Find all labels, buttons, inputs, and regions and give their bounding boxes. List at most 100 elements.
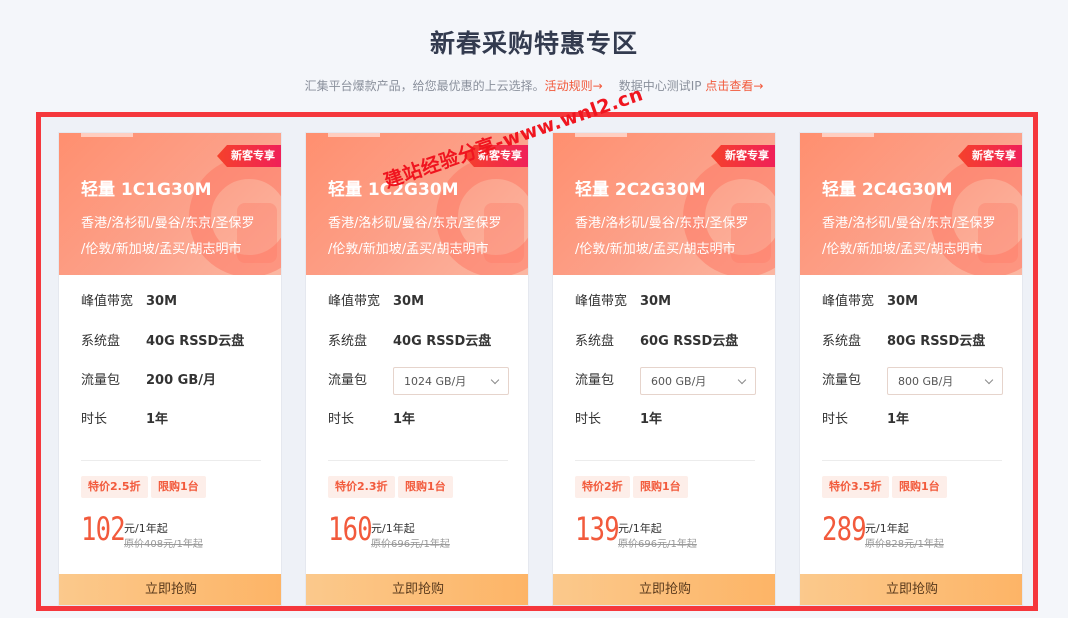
spec-label: 系统盘	[822, 334, 862, 349]
buy-now-button[interactable]: 立即抢购	[306, 574, 528, 605]
spec-value: 60G RSSD云盘	[640, 334, 739, 349]
original-price: 原价828元/1年起	[865, 539, 944, 550]
price: 102	[81, 510, 126, 548]
discount-tag: 特价2折	[575, 476, 630, 498]
limit-tag: 限购1台	[398, 476, 453, 498]
original-price: 原价696元/1年起	[618, 539, 697, 550]
page-subtitle: 汇集平台爆款产品，给您最优惠的上云选择。活动规则→ 数据中心测试IP 点击查看→	[0, 77, 1068, 94]
spec-value: 1年	[640, 412, 663, 427]
chevron-down-icon	[490, 375, 500, 385]
spec-label: 时长	[575, 412, 602, 427]
product-card: 新客专享 轻量 1C1G30M 香港/洛杉矶/曼谷/东京/圣保罗 /伦敦/新加坡…	[58, 132, 282, 606]
spec-label: 时长	[328, 412, 355, 427]
spec-duration: 时长 1年	[328, 406, 518, 434]
new-customer-badge: 新客专享	[711, 145, 775, 167]
discount-tag: 特价2.5折	[81, 476, 148, 498]
spec-traffic: 流量包 600 GB/月	[575, 367, 765, 395]
header-accent-bar	[81, 133, 133, 137]
spec-duration: 时长 1年	[575, 406, 765, 434]
card-header: 新客专享 轻量 2C4G30M 香港/洛杉矶/曼谷/东京/圣保罗 /伦敦/新加坡…	[800, 133, 1022, 275]
regions-line: 香港/洛杉矶/曼谷/东京/圣保罗	[81, 216, 255, 231]
regions-line: 香港/洛杉矶/曼谷/东京/圣保罗	[575, 216, 749, 231]
traffic-select-value: 1024 GB/月	[404, 375, 467, 388]
spec-label: 流量包	[81, 373, 121, 388]
discount-tag: 特价3.5折	[822, 476, 889, 498]
divider	[328, 460, 508, 461]
chevron-down-icon	[737, 375, 747, 385]
divider	[822, 460, 1002, 461]
traffic-select-value: 600 GB/月	[651, 375, 707, 388]
regions-list: 香港/洛杉矶/曼谷/东京/圣保罗 /伦敦/新加坡/孟买/胡志明市	[328, 211, 523, 263]
regions-line: /伦敦/新加坡/孟买/胡志明市	[81, 242, 242, 257]
plan-name: 轻量 1C1G30M	[81, 180, 212, 200]
traffic-select[interactable]: 600 GB/月	[640, 367, 756, 395]
spec-traffic: 流量包 800 GB/月	[822, 367, 1012, 395]
card-header: 新客专享 轻量 2C2G30M 香港/洛杉矶/曼谷/东京/圣保罗 /伦敦/新加坡…	[553, 133, 775, 275]
limit-tag: 限购1台	[151, 476, 206, 498]
regions-line: /伦敦/新加坡/孟买/胡志明市	[328, 242, 489, 257]
spec-value: 200 GB/月	[146, 373, 216, 388]
spec-duration: 时长 1年	[822, 406, 1012, 434]
spec-value: 80G RSSD云盘	[887, 334, 986, 349]
price-unit: 元/1年起	[865, 522, 909, 535]
chevron-down-icon	[984, 375, 994, 385]
divider	[575, 460, 755, 461]
product-card: 新客专享 轻量 1C2G30M 香港/洛杉矶/曼谷/东京/圣保罗 /伦敦/新加坡…	[305, 132, 529, 606]
price: 289	[822, 510, 867, 548]
header-accent-bar	[575, 133, 627, 137]
product-card: 新客专享 轻量 2C4G30M 香港/洛杉矶/曼谷/东京/圣保罗 /伦敦/新加坡…	[799, 132, 1023, 606]
limit-tag: 限购1台	[633, 476, 688, 498]
spec-disk: 系统盘 60G RSSD云盘	[575, 328, 765, 356]
price-unit: 元/1年起	[124, 522, 168, 535]
new-customer-badge: 新客专享	[958, 145, 1022, 167]
spec-duration: 时长 1年	[81, 406, 271, 434]
spec-label: 流量包	[822, 373, 862, 388]
traffic-select[interactable]: 800 GB/月	[887, 367, 1003, 395]
spec-label: 系统盘	[575, 334, 615, 349]
spec-label: 时长	[822, 412, 849, 427]
regions-line: 香港/洛杉矶/曼谷/东京/圣保罗	[822, 216, 996, 231]
subtitle-text: 汇集平台爆款产品，给您最优惠的上云选择。	[304, 79, 545, 93]
dc-test-link[interactable]: 点击查看→	[705, 79, 763, 93]
spec-traffic: 流量包 1024 GB/月	[328, 367, 518, 395]
spec-disk: 系统盘 40G RSSD云盘	[81, 328, 271, 356]
buy-now-button[interactable]: 立即抢购	[59, 574, 281, 605]
regions-line: 香港/洛杉矶/曼谷/东京/圣保罗	[328, 216, 502, 231]
price: 139	[575, 510, 620, 548]
price-unit: 元/1年起	[371, 522, 415, 535]
limit-tag: 限购1台	[892, 476, 947, 498]
divider	[81, 460, 261, 461]
spec-disk: 系统盘 80G RSSD云盘	[822, 328, 1012, 356]
traffic-select[interactable]: 1024 GB/月	[393, 367, 509, 395]
new-customer-badge: 新客专享	[217, 145, 281, 167]
spec-value: 40G RSSD云盘	[146, 334, 245, 349]
spec-value: 1年	[393, 412, 416, 427]
spec-label: 系统盘	[328, 334, 368, 349]
card-header: 新客专享 轻量 1C1G30M 香港/洛杉矶/曼谷/东京/圣保罗 /伦敦/新加坡…	[59, 133, 281, 275]
discount-tag: 特价2.3折	[328, 476, 395, 498]
spec-label: 峰值带宽	[822, 294, 875, 309]
spec-disk: 系统盘 40G RSSD云盘	[328, 328, 518, 356]
buy-now-button[interactable]: 立即抢购	[553, 574, 775, 605]
plan-name: 轻量 2C2G30M	[575, 180, 706, 200]
spec-value: 30M	[887, 294, 919, 309]
spec-label: 峰值带宽	[575, 294, 628, 309]
spec-label: 峰值带宽	[328, 294, 381, 309]
regions-line: /伦敦/新加坡/孟买/胡志明市	[822, 242, 983, 257]
spec-traffic: 流量包 200 GB/月	[81, 367, 271, 395]
activity-rules-link[interactable]: 活动规则→	[545, 79, 603, 93]
header-accent-bar	[328, 133, 380, 137]
spec-value: 40G RSSD云盘	[393, 334, 492, 349]
header-accent-bar	[822, 133, 874, 137]
page-title: 新春采购特惠专区	[429, 29, 638, 58]
regions-list: 香港/洛杉矶/曼谷/东京/圣保罗 /伦敦/新加坡/孟买/胡志明市	[822, 211, 1017, 263]
spec-bandwidth: 峰值带宽 30M	[328, 288, 518, 316]
spec-value: 30M	[640, 294, 672, 309]
regions-line: /伦敦/新加坡/孟买/胡志明市	[575, 242, 736, 257]
buy-now-button[interactable]: 立即抢购	[800, 574, 1022, 605]
spec-bandwidth: 峰值带宽 30M	[81, 288, 271, 316]
spec-label: 系统盘	[81, 334, 121, 349]
plan-name: 轻量 2C4G30M	[822, 180, 953, 200]
spec-value: 1年	[146, 412, 169, 427]
traffic-select-value: 800 GB/月	[898, 375, 954, 388]
